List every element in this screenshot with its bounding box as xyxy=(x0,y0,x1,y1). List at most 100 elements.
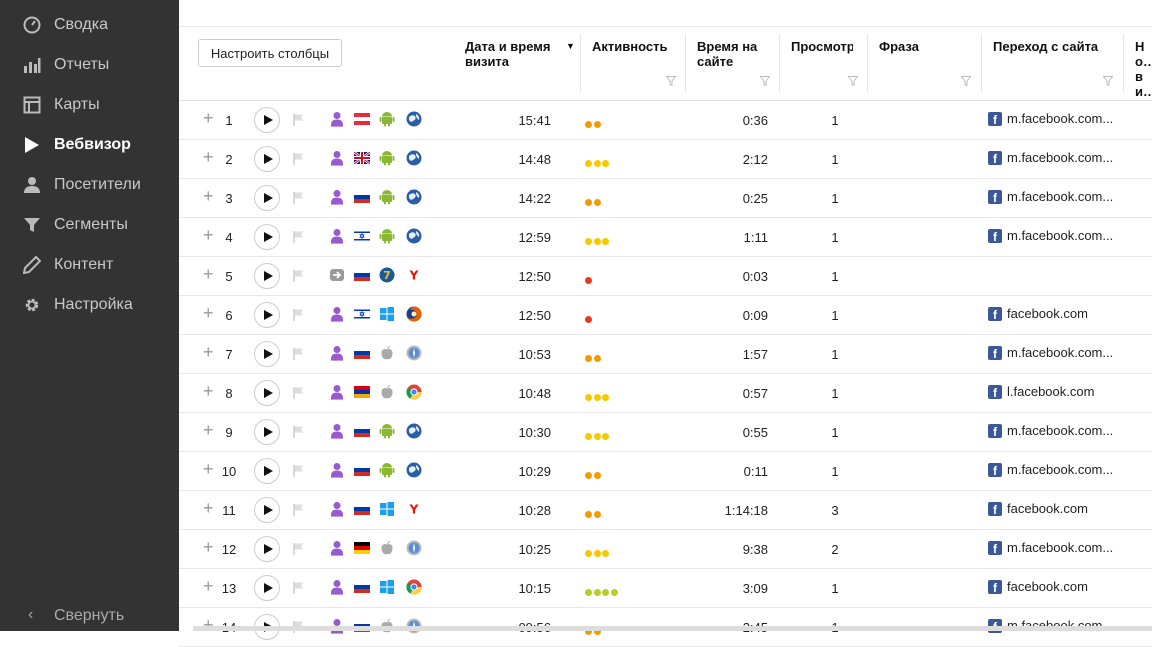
horizontal-scrollbar[interactable] xyxy=(193,626,1152,631)
sidebar-item-summary[interactable]: Сводка xyxy=(0,5,179,45)
table-row[interactable]: +2 14:48 2:12 1 f m.facebook.com... xyxy=(179,140,1152,179)
referrer-link[interactable]: f facebook.com xyxy=(988,501,1088,516)
play-recording-button[interactable] xyxy=(254,146,280,172)
play-recording-button[interactable] xyxy=(254,107,280,133)
referrer-link[interactable]: f m.facebook.com... xyxy=(988,462,1113,477)
column-header-datetime[interactable]: Дата и время визита xyxy=(465,39,565,69)
gauge-icon xyxy=(23,16,41,34)
expand-row-icon[interactable]: + xyxy=(203,460,214,478)
referrer-text: facebook.com xyxy=(1007,579,1088,594)
column-header-phrase[interactable]: Фраза xyxy=(879,39,969,54)
table-row[interactable]: +5 7 Y 12:50 0:03 1 xyxy=(179,257,1152,296)
play-recording-button[interactable] xyxy=(254,380,280,406)
table-row[interactable]: +9 10:30 0:55 1 f m.facebook.com... xyxy=(179,413,1152,452)
visitor-icon xyxy=(331,541,343,556)
column-header-views[interactable]: Просмотры xyxy=(791,39,853,54)
table-row[interactable]: +3 14:22 0:25 1 f m.facebook.com... xyxy=(179,179,1152,218)
play-recording-button[interactable] xyxy=(254,341,280,367)
table-row[interactable]: +4 12:59 1:11 1 f m.facebook.com... xyxy=(179,218,1152,257)
sidebar: Сводка Отчеты Карты Вебвизор Посетители … xyxy=(0,0,179,631)
activity-dot xyxy=(593,511,601,518)
table-row[interactable]: +11 Y 10:28 1:14:18 3 f facebook.com xyxy=(179,491,1152,530)
referrer-link[interactable]: f m.facebook.com... xyxy=(988,150,1113,165)
filter-icon[interactable] xyxy=(848,76,858,86)
table-row[interactable]: +10 10:29 0:11 1 f m.facebook.com... xyxy=(179,452,1152,491)
table-row[interactable]: +13 10:15 3:09 1 f facebook.com xyxy=(179,569,1152,608)
sidebar-item-visitors[interactable]: Посетители xyxy=(0,165,179,205)
referrer-link[interactable]: f m.facebook.com... xyxy=(988,345,1113,360)
referrer-link[interactable]: f m.facebook.com... xyxy=(988,111,1113,126)
expand-row-icon[interactable]: + xyxy=(203,382,214,400)
expand-row-icon[interactable]: + xyxy=(203,265,214,283)
expand-row-icon[interactable]: + xyxy=(203,343,214,361)
bookmark-flag-icon[interactable] xyxy=(292,503,306,517)
sidebar-item-webvisor[interactable]: Вебвизор xyxy=(0,125,179,165)
table-row[interactable]: +1 15:41 0:36 1 f m.facebook.com... xyxy=(179,101,1152,140)
expand-row-icon[interactable]: + xyxy=(203,421,214,439)
referrer-link[interactable]: f m.facebook.com... xyxy=(988,228,1113,243)
play-recording-button[interactable] xyxy=(254,536,280,562)
expand-row-icon[interactable]: + xyxy=(203,304,214,322)
filter-icon[interactable] xyxy=(1103,76,1113,86)
sidebar-item-maps[interactable]: Карты xyxy=(0,85,179,125)
activity-dot xyxy=(593,199,601,206)
referrer-link[interactable]: f facebook.com xyxy=(988,579,1088,594)
expand-row-icon[interactable]: + xyxy=(203,148,214,166)
column-header-activity[interactable]: Активность xyxy=(592,39,676,54)
time-on-site: 0:55 xyxy=(742,425,768,440)
filter-icon[interactable] xyxy=(760,76,770,86)
play-recording-button[interactable] xyxy=(254,419,280,445)
bookmark-flag-icon[interactable] xyxy=(292,113,306,127)
referrer-link[interactable]: f m.facebook.com... xyxy=(988,189,1113,204)
bookmark-flag-icon[interactable] xyxy=(292,425,306,439)
referrer-link[interactable]: f facebook.com xyxy=(988,306,1088,321)
visit-time: 10:15 xyxy=(518,581,551,596)
sidebar-item-settings[interactable]: Настройка xyxy=(0,285,179,325)
bookmark-flag-icon[interactable] xyxy=(292,269,306,283)
referrer-link[interactable]: f m.facebook.com... xyxy=(988,423,1113,438)
pageviews: 1 xyxy=(831,191,839,206)
collapse-sidebar-button[interactable]: ‹ Свернуть xyxy=(0,600,179,630)
bookmark-flag-icon[interactable] xyxy=(292,152,306,166)
referrer-link[interactable]: f l.facebook.com xyxy=(988,384,1094,399)
column-header-referrer[interactable]: Переход с сайта xyxy=(993,39,1113,54)
play-recording-button[interactable] xyxy=(254,302,280,328)
expand-row-icon[interactable]: + xyxy=(203,616,214,634)
table-row[interactable]: +6 12:50 0:09 1 f facebook.com xyxy=(179,296,1152,335)
bookmark-flag-icon[interactable] xyxy=(292,386,306,400)
activity-dot xyxy=(585,199,592,206)
sidebar-item-reports[interactable]: Отчеты xyxy=(0,45,179,85)
play-recording-button[interactable] xyxy=(254,185,280,211)
filter-icon[interactable] xyxy=(961,76,971,86)
expand-row-icon[interactable]: + xyxy=(203,109,214,127)
bookmark-flag-icon[interactable] xyxy=(292,230,306,244)
table-row[interactable]: +12 10:25 9:38 2 f m.facebook.com... xyxy=(179,530,1152,569)
filter-icon[interactable] xyxy=(666,76,676,86)
expand-row-icon[interactable]: + xyxy=(203,226,214,244)
column-header-duration[interactable]: Время на сайте xyxy=(697,39,773,69)
play-recording-button[interactable] xyxy=(254,458,280,484)
bookmark-flag-icon[interactable] xyxy=(292,308,306,322)
bookmark-flag-icon[interactable] xyxy=(292,464,306,478)
expand-row-icon[interactable]: + xyxy=(203,499,214,517)
play-recording-button[interactable] xyxy=(254,497,280,523)
expand-row-icon[interactable]: + xyxy=(203,538,214,556)
referrer-text: m.facebook.com... xyxy=(1007,345,1114,360)
referrer-link[interactable]: f m.facebook.com... xyxy=(988,540,1113,555)
table-row[interactable]: +8 10:48 0:57 1 f l.facebook.com xyxy=(179,374,1152,413)
configure-columns-button[interactable]: Настроить столбцы xyxy=(198,39,342,67)
play-recording-button[interactable] xyxy=(254,224,280,250)
expand-row-icon[interactable]: + xyxy=(203,187,214,205)
sidebar-item-content[interactable]: Контент xyxy=(0,245,179,285)
column-header-next[interactable]: Но… ви… xyxy=(1135,39,1152,99)
bookmark-flag-icon[interactable] xyxy=(292,542,306,556)
expand-row-icon[interactable]: + xyxy=(203,577,214,595)
table-row[interactable]: +7 10:53 1:57 1 f m.facebook.com... xyxy=(179,335,1152,374)
sidebar-item-segments[interactable]: Сегменты xyxy=(0,205,179,245)
bookmark-flag-icon[interactable] xyxy=(292,347,306,361)
play-recording-button[interactable] xyxy=(254,575,280,601)
bookmark-flag-icon[interactable] xyxy=(292,191,306,205)
sort-desc-icon[interactable]: ▼ xyxy=(566,41,575,51)
bookmark-flag-icon[interactable] xyxy=(292,581,306,595)
play-recording-button[interactable] xyxy=(254,263,280,289)
